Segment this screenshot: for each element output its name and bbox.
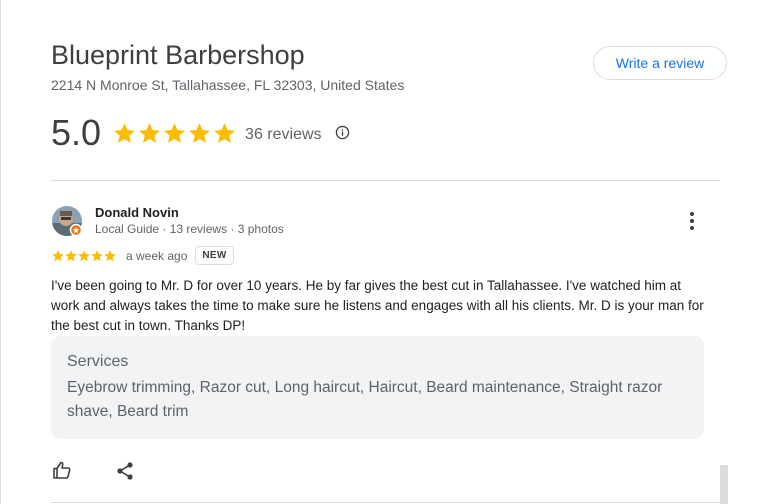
star-icon [91, 249, 103, 261]
write-review-button[interactable]: Write a review [593, 46, 727, 80]
star-icon [65, 249, 77, 261]
info-icon[interactable] [335, 125, 350, 140]
new-badge: NEW [195, 246, 234, 265]
rating-stars [112, 121, 237, 146]
star-icon [114, 122, 135, 143]
author-meta: Local Guide · 13 reviews · 3 photos [95, 222, 284, 236]
star-icon [139, 122, 160, 143]
review-text: I've been going to Mr. D for over 10 yea… [51, 278, 704, 333]
review-rating: a week ago NEW [51, 246, 234, 265]
divider-bottom [51, 502, 720, 503]
overall-rating: 5.0 36 reviews [51, 112, 350, 154]
review-author[interactable]: Donald Novin [95, 205, 179, 220]
star-icon [104, 249, 116, 261]
avatar[interactable] [51, 205, 83, 237]
services-list: Eyebrow trimming, Razor cut, Long haircu… [67, 379, 663, 420]
panel-border [0, 0, 1, 504]
thumb-up-icon[interactable] [52, 460, 72, 480]
business-address: 2214 N Monroe St, Tallahassee, FL 32303,… [51, 77, 405, 93]
share-icon[interactable] [116, 461, 134, 481]
review-time: a week ago [126, 248, 188, 263]
star-icon [78, 249, 90, 261]
business-name: Blueprint Barbershop [51, 40, 305, 70]
star-icon [164, 122, 185, 143]
divider [51, 180, 720, 181]
rating-value: 5.0 [51, 112, 102, 153]
services-box: Services Eyebrow trimming, Razor cut, Lo… [51, 336, 704, 439]
star-icon [214, 122, 235, 143]
scrollbar[interactable] [720, 465, 728, 504]
star-icon [189, 122, 210, 143]
review-count[interactable]: 36 reviews [245, 126, 321, 144]
star-icon [52, 249, 64, 261]
services-title: Services [67, 353, 129, 370]
more-vert-icon[interactable] [683, 210, 701, 232]
review-stars [51, 249, 116, 263]
